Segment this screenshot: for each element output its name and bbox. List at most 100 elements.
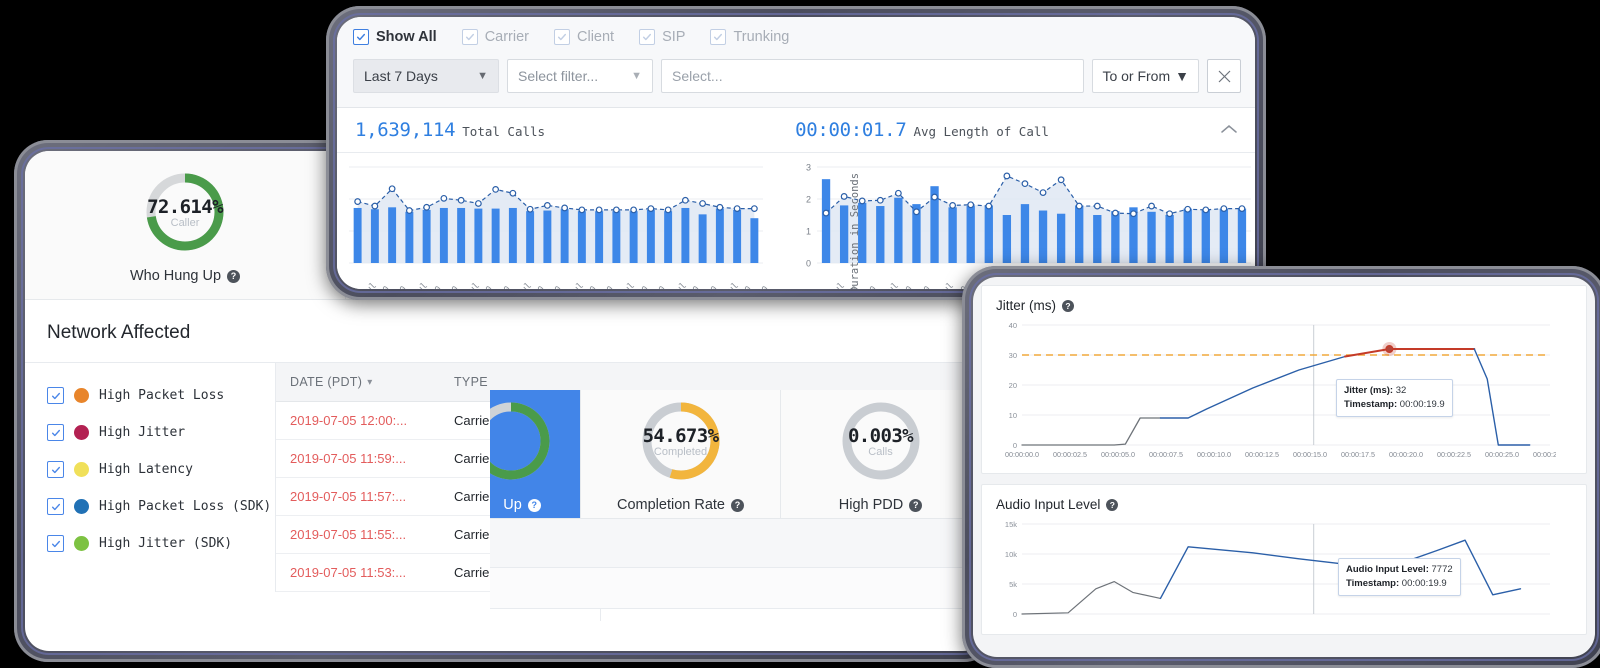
jitter-panel-title-row: Jitter (ms) ? (996, 298, 1572, 313)
checkbox-icon[interactable] (47, 498, 64, 515)
audio-tooltip: Audio Input Level: 7772 Timestamp: 00:00… (1338, 558, 1461, 596)
gauge-who-hung-up-selected[interactable]: Up ? (490, 390, 581, 518)
gauge-completion-rate-bottom[interactable]: 54.673% Completed Completion Rate ? (581, 390, 781, 518)
svg-text:20: 20 (1009, 381, 1017, 390)
gauge-title: Up (503, 497, 522, 513)
filter-sip[interactable]: SIP (639, 29, 685, 45)
column-header-type[interactable]: TYPE (440, 375, 542, 389)
tooltip-ts-value: 00:00:19.9 (1399, 398, 1445, 410)
cell-date: 2019-07-05 11:53:... (290, 565, 407, 580)
legend-label: High Latency (99, 462, 193, 477)
legend-label: High Packet Loss (99, 388, 225, 403)
help-icon[interactable]: ? (527, 498, 541, 512)
filter-show-all[interactable]: Show All (353, 29, 437, 45)
checkbox-icon[interactable] (639, 29, 656, 45)
filter-type-select[interactable]: Select filter... ▼ (507, 59, 653, 93)
gauge-high-pdd[interactable]: 0.003% Calls High PDD ? (781, 390, 980, 518)
network-affected-title: Network Affected (25, 300, 987, 363)
composite-stage: 72.614% Caller Who Hung Up ? Network Aff… (0, 0, 1600, 668)
direction-select[interactable]: To or From ▼ (1092, 59, 1199, 93)
collapse-chevron-up-icon[interactable] (1221, 121, 1237, 139)
legend-color-swatch (74, 388, 89, 403)
screen-filters-top: Show All Carrier Client SIP Trunking Las… (337, 17, 1255, 289)
sort-descending-icon[interactable]: ▾ (367, 377, 372, 388)
network-affected-legend: High Packet Loss High Jitter High Latenc… (25, 363, 275, 592)
filter-value-input[interactable]: Select... (661, 59, 1085, 93)
kpi-strip: 1,639,114 Total Calls 00:00:01.7 Avg Len… (337, 108, 1255, 153)
filter-carrier[interactable]: Carrier (461, 29, 529, 45)
filter-label: SIP (662, 29, 686, 45)
svg-text:5k: 5k (1009, 580, 1017, 589)
gauge-title-row: Who Hung Up ? (129, 268, 241, 284)
cell-date: 2019-07-05 11:57:... (290, 489, 407, 504)
checkbox-icon[interactable] (353, 29, 369, 45)
checkbox-icon[interactable] (461, 29, 478, 45)
tooltip-value: 32 (1395, 385, 1407, 396)
filter-trunking[interactable]: Trunking (710, 29, 789, 45)
gauge-who-hung-up[interactable]: 72.614% Caller Who Hung Up ? (25, 151, 346, 299)
svg-text:00:00:02.5: 00:00:02.5 (1053, 450, 1087, 459)
gauge-title: High PDD (838, 497, 904, 513)
jitter-panel: Jitter (ms) ? 0 10 20 30 40 00:00:00.0 00:00:0… (981, 285, 1587, 474)
kpi-caption: Total Calls (462, 124, 546, 139)
gauge-subtitle: Completed (653, 445, 708, 458)
svg-text:1: 1 (806, 227, 811, 237)
svg-text:3: 3 (806, 163, 811, 173)
svg-text:40: 40 (1009, 321, 1017, 330)
tooltip-ts-value: 00:00:19.9 (1401, 577, 1447, 589)
filter-client[interactable]: Client (554, 29, 614, 45)
legend-color-swatch (74, 425, 89, 440)
checkbox-icon[interactable] (47, 461, 64, 478)
kpi-total-calls: 1,639,114 Total Calls (355, 119, 545, 141)
svg-text:00:00:25.0: 00:00:25.0 (1485, 450, 1519, 459)
x-axis-ticks-chart1: 1. Jul08:0016:002. Jul08:0016:003. Jul08… (337, 267, 789, 289)
filter-checkbox-row: Show All Carrier Client SIP Trunking (337, 17, 1255, 55)
svg-text:15k: 15k (1005, 520, 1017, 529)
svg-text:00:00:12.5: 00:00:12.5 (1245, 450, 1279, 459)
gauge-value: 0.003% (847, 424, 914, 447)
tooltip-ts-label: Timestamp: (1346, 577, 1400, 589)
svg-text:10k: 10k (1005, 550, 1017, 559)
kpi-value: 00:00:01.7 (795, 119, 907, 141)
checkbox-icon[interactable] (710, 29, 727, 45)
donut-high-pdd: 0.003% Calls (839, 399, 923, 483)
help-icon[interactable]: ? (1106, 498, 1119, 511)
clear-filters-button[interactable] (1207, 59, 1241, 93)
column-header-date[interactable]: DATE (PDT) ▾ (276, 375, 440, 389)
panel-spacer-row-1 (490, 519, 980, 568)
checkbox-icon[interactable] (554, 29, 570, 45)
help-icon[interactable]: ? (909, 498, 923, 512)
audio-input-panel: Audio Input Level ? 0 5k 10k 15k Audio Inpu… (981, 484, 1587, 635)
svg-text:00:00:22.5: 00:00:22.5 (1437, 450, 1471, 459)
list-item[interactable]: High Packet Loss (47, 377, 275, 414)
list-item[interactable]: High Jitter (SDK) (47, 525, 275, 562)
help-icon[interactable]: ? (1062, 299, 1074, 312)
donut-completion-rate-bottom: 54.673% Completed (639, 399, 723, 483)
checkbox-icon[interactable] (47, 535, 64, 552)
kpi-caption: Avg Length of Call (913, 124, 1049, 139)
checkbox-icon[interactable] (47, 387, 64, 404)
svg-text:00:00:05.0: 00:00:05.0 (1101, 450, 1135, 459)
svg-text:10: 10 (1009, 411, 1017, 420)
checkbox-icon[interactable] (47, 424, 64, 441)
chevron-down-icon: ▼ (631, 70, 642, 82)
cell-date: 2019-07-05 12:00:... (290, 413, 408, 428)
screen-call-detail-right: Jitter (ms) ? 0 10 20 30 40 00:00:00.0 00:00:0… (973, 277, 1595, 657)
jitter-panel-title: Jitter (ms) (996, 298, 1056, 313)
gauge-title: Who Hung Up (129, 268, 222, 284)
help-icon[interactable]: ? (227, 269, 241, 283)
panel-spacer-row-3 (490, 609, 980, 621)
device-frame-filters-top: Show All Carrier Client SIP Trunking Las… (326, 6, 1266, 300)
gauge-subtitle: Calls (868, 445, 893, 458)
filter-label: Trunking (733, 29, 790, 45)
list-item[interactable]: High Jitter (47, 414, 275, 451)
date-range-select[interactable]: Last 7 Days ▼ (353, 59, 499, 93)
list-item[interactable]: High Latency (47, 451, 275, 488)
chart-total-calls[interactable]: 1. Jul08:0016:002. Jul08:0016:003. Jul08… (337, 153, 789, 289)
legend-color-swatch (74, 462, 89, 477)
help-icon[interactable]: ? (731, 498, 744, 512)
donut-who-hung-up-selected (490, 399, 553, 483)
list-item[interactable]: High Packet Loss (SDK) (47, 488, 275, 525)
gauge-title-row: Completion Rate ? (617, 497, 744, 513)
legend-color-swatch (74, 536, 89, 551)
